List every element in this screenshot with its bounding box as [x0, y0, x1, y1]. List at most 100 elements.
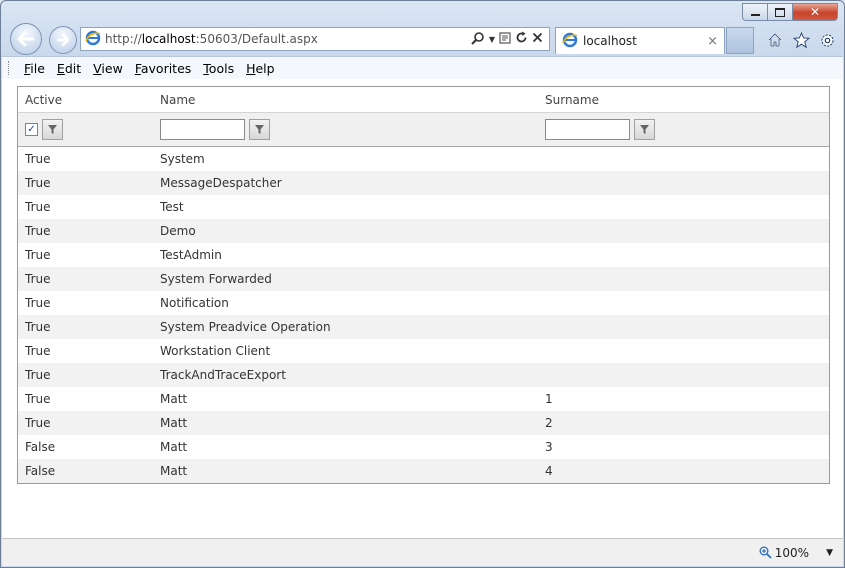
funnel-icon: [48, 125, 57, 134]
browser-tools: [766, 31, 836, 49]
name-filter-input[interactable]: [160, 119, 245, 140]
cell-name: System Forwarded: [160, 272, 272, 286]
cell-name: TrackAndTraceExport: [160, 368, 286, 382]
search-icon[interactable]: [471, 31, 485, 48]
window-controls: ✕: [742, 3, 838, 21]
maximize-button[interactable]: [767, 3, 792, 21]
cell-active: True: [25, 296, 51, 310]
ie-logo-icon: [85, 30, 101, 49]
menu-favorites[interactable]: Favorites: [129, 61, 197, 76]
table-row[interactable]: True Matt 2: [18, 411, 829, 435]
surname-filter-button[interactable]: [634, 119, 655, 140]
cell-active: True: [25, 392, 51, 406]
cell-active: True: [25, 320, 51, 334]
tab-title: localhost: [583, 34, 637, 48]
favorites-star-icon[interactable]: [792, 31, 810, 49]
url-prefix: http://: [105, 32, 142, 46]
cell-name: System Preadvice Operation: [160, 320, 331, 334]
cell-active: True: [25, 224, 51, 238]
tab-close-icon[interactable]: ×: [707, 34, 718, 49]
cell-name: Matt: [160, 416, 188, 430]
data-grid: Active Name Surname ✓ True System True M…: [17, 86, 830, 484]
menu-edit[interactable]: Edit: [51, 61, 87, 76]
menu-tools[interactable]: Tools: [197, 61, 240, 76]
tab-localhost[interactable]: localhost ×: [555, 27, 725, 54]
browser-window: ✕ http://localhost:50603/Default.aspx ▼: [0, 0, 845, 568]
cell-active: True: [25, 272, 51, 286]
tab-ie-icon: [562, 32, 578, 51]
page-content: Active Name Surname ✓ True System True M…: [2, 79, 843, 538]
table-row[interactable]: True TrackAndTraceExport: [18, 363, 829, 387]
cell-name: System: [160, 152, 205, 166]
table-row[interactable]: True Matt 1: [18, 387, 829, 411]
table-row[interactable]: True System: [18, 147, 829, 171]
zoom-control[interactable]: 100% ▼: [759, 546, 833, 560]
compat-view-icon[interactable]: [499, 31, 511, 47]
cell-name: TestAdmin: [160, 248, 222, 262]
cell-surname: 1: [545, 392, 553, 406]
close-window-button[interactable]: ✕: [792, 3, 838, 21]
cell-active: True: [25, 248, 51, 262]
grid-body: True System True MessageDespatcher True Tes…: [18, 147, 829, 483]
active-filter-button[interactable]: [42, 119, 63, 140]
table-row[interactable]: True System Forwarded: [18, 267, 829, 291]
table-row[interactable]: True Workstation Client: [18, 339, 829, 363]
surname-filter-input[interactable]: [545, 119, 630, 140]
back-button[interactable]: [10, 23, 42, 55]
table-row[interactable]: True MessageDespatcher: [18, 171, 829, 195]
column-header-active[interactable]: Active: [18, 93, 153, 107]
address-bar[interactable]: http://localhost:50603/Default.aspx ▼: [80, 27, 550, 51]
stop-icon[interactable]: [532, 32, 543, 46]
table-row[interactable]: False Matt 3: [18, 435, 829, 459]
cell-active: True: [25, 416, 51, 430]
menu-file[interactable]: File: [18, 61, 51, 76]
cell-active: True: [25, 368, 51, 382]
cell-name: Demo: [160, 224, 196, 238]
minimize-icon: [750, 13, 760, 16]
cell-name: Matt: [160, 440, 188, 454]
cell-surname: 3: [545, 440, 553, 454]
cell-active: True: [25, 200, 51, 214]
table-row[interactable]: True Demo: [18, 219, 829, 243]
zoom-level: 100%: [774, 545, 810, 560]
table-row[interactable]: True TestAdmin: [18, 243, 829, 267]
table-row[interactable]: True System Preadvice Operation: [18, 315, 829, 339]
zoom-magnifier-icon: [759, 546, 772, 559]
menu-bar: File Edit View Favorites Tools Help: [2, 56, 843, 80]
search-dropdown-icon[interactable]: ▼: [489, 35, 495, 44]
funnel-icon: [640, 125, 649, 134]
name-filter-button[interactable]: [249, 119, 270, 140]
table-row[interactable]: True Notification: [18, 291, 829, 315]
column-header-name[interactable]: Name: [153, 93, 538, 107]
cell-name: Test: [160, 200, 184, 214]
filter-surname-cell: [538, 119, 829, 140]
url-path: :50603/Default.aspx: [195, 32, 318, 46]
home-icon[interactable]: [766, 31, 784, 49]
new-tab-button[interactable]: [726, 27, 754, 54]
menu-help[interactable]: Help: [240, 61, 281, 76]
url-text: http://localhost:50603/Default.aspx: [105, 32, 471, 46]
table-row[interactable]: True Test: [18, 195, 829, 219]
cell-name: Workstation Client: [160, 344, 271, 358]
column-header-surname[interactable]: Surname: [538, 93, 829, 107]
cell-active: True: [25, 152, 51, 166]
cell-name: Matt: [160, 464, 188, 478]
minimize-button[interactable]: [742, 3, 767, 21]
forward-button[interactable]: [49, 26, 77, 54]
maximize-icon: [775, 7, 785, 17]
cell-surname: 2: [545, 416, 553, 430]
filter-name-cell: [153, 119, 538, 140]
table-row[interactable]: False Matt 4: [18, 459, 829, 483]
cell-name: Matt: [160, 392, 188, 406]
refresh-icon[interactable]: [515, 31, 528, 47]
cell-active: True: [25, 344, 51, 358]
menu-view[interactable]: View: [87, 61, 129, 76]
gear-icon[interactable]: [818, 31, 836, 49]
cell-name: MessageDespatcher: [160, 176, 282, 190]
url-host: localhost: [141, 32, 196, 46]
active-filter-checkbox[interactable]: ✓: [25, 123, 38, 136]
zoom-dropdown-icon[interactable]: ▼: [826, 548, 833, 558]
address-tools: ▼: [471, 31, 543, 48]
cell-name: Notification: [160, 296, 229, 310]
menu-grip: [8, 61, 11, 75]
